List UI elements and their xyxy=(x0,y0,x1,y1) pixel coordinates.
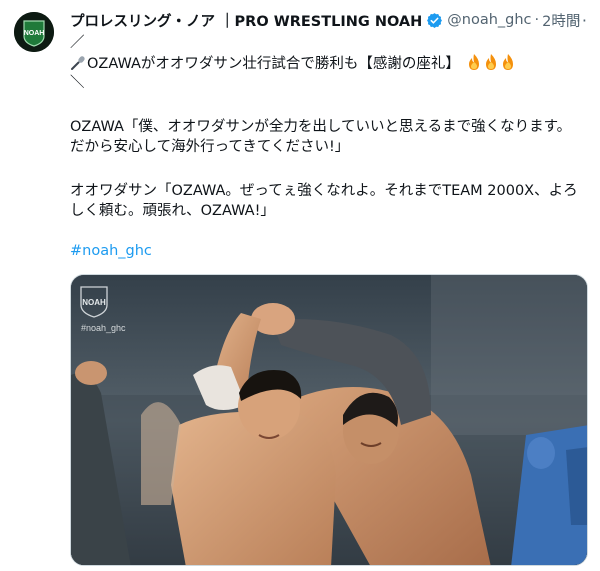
media-overlay-hashtag: #noah_ghc xyxy=(81,323,126,333)
tweet-headline: OZAWAがオオワダサン壮行試合で勝利も【感謝の座礼】 xyxy=(70,53,516,74)
tweet-line: ／ xyxy=(70,35,85,51)
tweet-line: ＼ xyxy=(70,75,85,91)
media-logo-text: NOAH xyxy=(82,298,106,307)
profile-avatar[interactable]: NOAH xyxy=(14,12,54,52)
verified-badge-icon xyxy=(426,12,443,29)
tweet-card[interactable]: NOAH プロレスリング・ノア ｜PRO WRESTLING NOAH @noa… xyxy=(0,0,600,571)
display-name[interactable]: プロレスリング・ノア ｜PRO WRESTLING NOAH xyxy=(70,10,422,31)
tweet-media-video[interactable]: NOAH #noah_ghc xyxy=(70,274,588,566)
separator-dot: · xyxy=(534,12,540,28)
fire-emoji-group xyxy=(465,53,516,72)
tweet-header: プロレスリング・ノア ｜PRO WRESTLING NOAH @noah_ghc… xyxy=(70,9,588,31)
avatar-logo-text: NOAH xyxy=(24,30,45,37)
more-options-icon[interactable]: ··· xyxy=(570,12,588,30)
microphone-icon xyxy=(70,55,86,71)
user-handle[interactable]: @noah_ghc xyxy=(447,12,531,28)
tweet-line: OZAWA「僕、オオワダサンが全力を出していいと思えるまで強くなります。 xyxy=(70,119,572,135)
noah-logo-icon: NOAH xyxy=(14,12,54,52)
headline-text: OZAWAがオオワダサン壮行試合で勝利も【感謝の座礼】 xyxy=(87,56,460,72)
fire-icon xyxy=(500,53,516,71)
tweet-line: だから安心して海外行ってきてください!」 xyxy=(70,139,350,155)
hashtag-link[interactable]: #noah_ghc xyxy=(70,241,152,261)
tweet-line: しく頼む。頑張れ、OZAWA!」 xyxy=(70,203,275,219)
fire-icon xyxy=(466,53,482,71)
wrestlers-photo: NOAH #noah_ghc xyxy=(71,275,587,565)
fire-icon xyxy=(483,53,499,71)
tweet-line: オオワダサン「OZAWA。ぜってぇ強くなれよ。それまでTEAM 2000X、よろ xyxy=(70,183,578,199)
